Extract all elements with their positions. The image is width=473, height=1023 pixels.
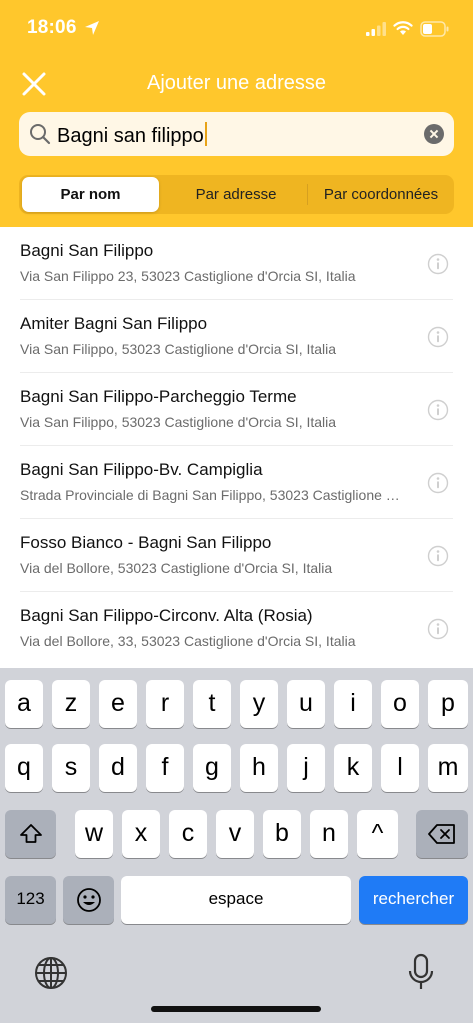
segment-by-name[interactable]: Par nom <box>22 177 159 212</box>
result-row[interactable]: Bagni San Filippo-Bv. Campiglia Strada P… <box>0 446 473 519</box>
result-address: Via San Filippo 23, 53023 Castiglione d'… <box>20 268 356 284</box>
key-r[interactable]: r <box>146 680 184 728</box>
home-indicator <box>151 1006 321 1012</box>
microphone-icon[interactable] <box>408 953 434 991</box>
search-input-text: Bagni san filippo <box>57 125 204 147</box>
result-address: Via San Filippo, 53023 Castiglione d'Orc… <box>20 341 337 357</box>
page-title: Ajouter une adresse <box>146 72 326 94</box>
search-return-key[interactable]: rechercher <box>359 876 468 924</box>
info-icon[interactable] <box>427 472 449 494</box>
key-o[interactable]: o <box>381 680 419 728</box>
globe-icon[interactable] <box>33 955 69 991</box>
search-mode-segmented-control: Par nom Par adresse Par coordonnées <box>19 175 454 214</box>
status-time: 18:06 <box>27 17 77 38</box>
key-c[interactable]: c <box>169 810 207 858</box>
keyboard: a z e r t y u i o p q s d f g h j k l m … <box>0 668 473 1023</box>
result-name: Fosso Bianco - Bagni San Filippo <box>20 533 272 552</box>
wifi-icon <box>393 21 413 35</box>
result-name: Bagni San Filippo <box>20 241 154 260</box>
key-z[interactable]: z <box>52 680 90 728</box>
result-address: Strada Provinciale di Bagni San Filippo,… <box>20 487 400 503</box>
key-k[interactable]: k <box>334 744 372 792</box>
cellular-signal-icon <box>366 22 386 36</box>
result-address: Via San Filippo, 53023 Castiglione d'Orc… <box>20 414 337 430</box>
result-row[interactable]: Fosso Bianco - Bagni San Filippo Via del… <box>0 519 473 592</box>
info-icon[interactable] <box>427 326 449 348</box>
status-bar: 18:06 <box>0 0 473 60</box>
emoji-key[interactable] <box>63 876 114 924</box>
key-a[interactable]: a <box>5 680 43 728</box>
result-name: Amiter Bagni San Filippo <box>20 314 208 333</box>
key-v[interactable]: v <box>216 810 254 858</box>
results-list: Bagni San Filippo Via San Filippo 23, 53… <box>0 227 473 668</box>
text-cursor <box>204 122 207 146</box>
result-name: Bagni San Filippo-Bv. Campiglia <box>20 460 263 479</box>
info-icon[interactable] <box>427 253 449 275</box>
result-row[interactable]: Bagni San Filippo-Circonv. Alta (Rosia) … <box>0 592 473 665</box>
key-n[interactable]: n <box>310 810 348 858</box>
shift-icon <box>19 824 42 844</box>
key-u[interactable]: u <box>287 680 325 728</box>
key-b[interactable]: b <box>263 810 301 858</box>
key-circumflex[interactable]: ^ <box>357 810 398 858</box>
segment-divider <box>307 184 308 205</box>
result-name: Bagni San Filippo-Parcheggio Terme <box>20 387 297 406</box>
key-p[interactable]: p <box>428 680 468 728</box>
info-icon[interactable] <box>427 545 449 567</box>
space-key[interactable]: espace <box>121 876 351 924</box>
result-row[interactable]: Amiter Bagni San Filippo Via San Filippo… <box>0 300 473 373</box>
search-icon <box>30 124 51 145</box>
backspace-key[interactable] <box>416 810 468 858</box>
location-arrow-icon <box>85 21 99 35</box>
key-i[interactable]: i <box>334 680 372 728</box>
segment-by-coordinates[interactable]: Par coordonnées <box>310 177 452 212</box>
battery-icon <box>420 21 449 37</box>
key-l[interactable]: l <box>381 744 419 792</box>
emoji-icon <box>76 888 101 913</box>
result-address: Via del Bollore, 33, 53023 Castiglione d… <box>20 633 356 649</box>
search-field[interactable]: Bagni san filippo <box>19 112 454 156</box>
key-f[interactable]: f <box>146 744 184 792</box>
backspace-icon <box>428 824 455 845</box>
result-name: Bagni San Filippo-Circonv. Alta (Rosia) <box>20 606 313 625</box>
clear-search-icon[interactable] <box>424 124 444 144</box>
info-icon[interactable] <box>427 399 449 421</box>
info-icon[interactable] <box>427 618 449 640</box>
segment-by-address[interactable]: Par adresse <box>165 177 307 212</box>
header-bar: 18:06 Ajouter une adresse Bagni san fili… <box>0 0 473 227</box>
result-row[interactable]: Bagni San Filippo-Parcheggio Terme Via S… <box>0 373 473 446</box>
key-w[interactable]: w <box>75 810 113 858</box>
numbers-key[interactable]: 123 <box>5 876 56 924</box>
key-x[interactable]: x <box>122 810 160 858</box>
key-d[interactable]: d <box>99 744 137 792</box>
key-q[interactable]: q <box>5 744 43 792</box>
key-s[interactable]: s <box>52 744 90 792</box>
key-t[interactable]: t <box>193 680 231 728</box>
key-y[interactable]: y <box>240 680 278 728</box>
key-h[interactable]: h <box>240 744 278 792</box>
search-input[interactable]: Bagni san filippo <box>57 122 207 148</box>
key-j[interactable]: j <box>287 744 325 792</box>
result-row[interactable]: Bagni San Filippo Via San Filippo 23, 53… <box>0 227 473 300</box>
result-address: Via del Bollore, 53023 Castiglione d'Orc… <box>20 560 333 576</box>
key-m[interactable]: m <box>428 744 468 792</box>
key-g[interactable]: g <box>193 744 231 792</box>
key-e[interactable]: e <box>99 680 137 728</box>
shift-key[interactable] <box>5 810 56 858</box>
